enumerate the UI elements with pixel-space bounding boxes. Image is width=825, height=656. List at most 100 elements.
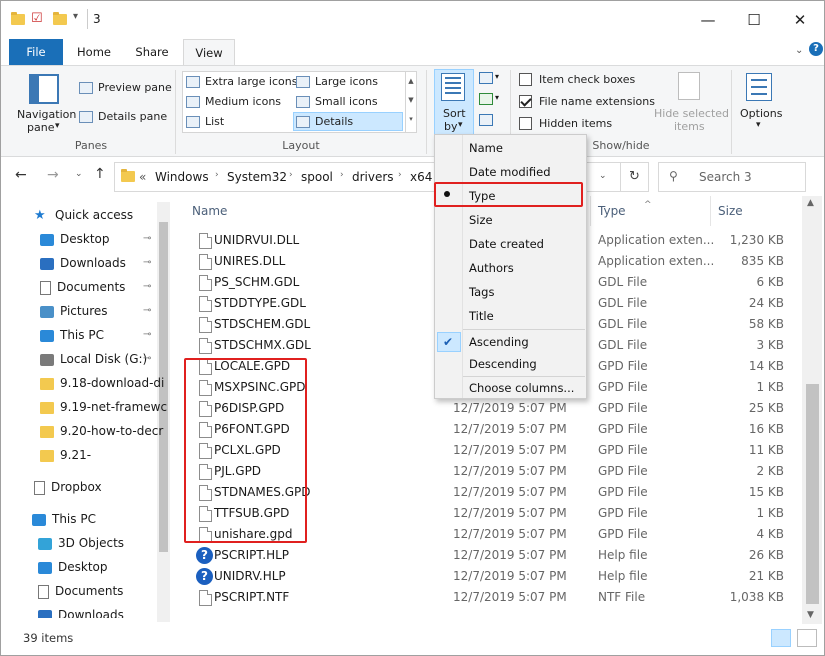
search-box[interactable]: ⚲ Search 3	[658, 162, 806, 192]
up-icon[interactable]: ↑	[94, 166, 106, 182]
medium-icons-option[interactable]: Medium icons	[186, 95, 281, 108]
breadcrumb-drivers[interactable]: drivers	[352, 170, 394, 184]
large-icons-option[interactable]: Large icons	[296, 75, 378, 88]
file-type: GPD File	[598, 422, 648, 436]
pin-icon[interactable]: ⊸	[143, 329, 151, 340]
nav-item-9-20-how-to-decr[interactable]: 9.20-how-to-decr	[40, 420, 163, 442]
nav-item-pictures[interactable]: Pictures	[40, 300, 108, 322]
sort-order-descending[interactable]: Descending	[469, 353, 537, 375]
nav-item-downloads[interactable]: Downloads	[38, 604, 124, 618]
details-pane-button[interactable]: Details pane	[79, 110, 167, 123]
minimize-button[interactable]: —	[685, 1, 731, 39]
maximize-button[interactable]: ☐	[731, 1, 777, 39]
large-icons-view-icon[interactable]	[797, 629, 817, 647]
expand-ribbon-icon[interactable]: ⌄	[795, 45, 803, 56]
file-scroll-thumb[interactable]	[806, 384, 819, 604]
chevron-right-icon[interactable]: ›	[215, 170, 219, 180]
hidden-items-label[interactable]: Hidden items	[539, 117, 612, 130]
pin-icon[interactable]: ⊸	[143, 281, 151, 292]
hide-selected-items-label-2[interactable]: items	[674, 120, 705, 133]
pin-icon[interactable]: ⊸	[143, 233, 151, 244]
choose-columns-option[interactable]: Choose columns...	[469, 377, 574, 399]
scroll-down-icon[interactable]: ▼	[807, 610, 814, 620]
hide-selected-items-button[interactable]: Hide selected	[654, 107, 729, 120]
sort-option-authors[interactable]: Authors	[469, 257, 514, 279]
sort-option-name[interactable]: Name	[469, 137, 503, 159]
help-icon[interactable]: ?	[809, 42, 823, 56]
forward-icon[interactable]: →	[47, 167, 59, 183]
breadcrumb-windows[interactable]: Windows	[155, 170, 209, 184]
breadcrumb-x64[interactable]: x64	[410, 170, 432, 184]
breadcrumb-spool[interactable]: spool	[301, 170, 333, 184]
extra-large-icons-option[interactable]: Extra large icons	[186, 75, 297, 88]
details-option[interactable]: Details	[296, 115, 353, 128]
nav-item-dropbox[interactable]: Dropbox	[34, 476, 102, 498]
list-option[interactable]: List	[186, 115, 224, 128]
sort-option-size[interactable]: Size	[469, 209, 493, 231]
nav-item-desktop[interactable]: Desktop	[40, 228, 110, 250]
address-dropdown-icon[interactable]: ⌄	[599, 171, 607, 181]
breadcrumb-overflow[interactable]: «	[139, 170, 146, 184]
search-input[interactable]: Search 3	[699, 170, 752, 184]
chevron-right-icon[interactable]: ›	[289, 170, 293, 180]
navigation-pane-button[interactable]: Navigation	[17, 108, 76, 121]
nav-item-label: Quick access	[55, 208, 134, 222]
tab-home[interactable]: Home	[67, 39, 121, 65]
nav-item-documents[interactable]: Documents	[38, 580, 123, 602]
nav-item-desktop[interactable]: Desktop	[38, 556, 108, 578]
file-row[interactable]: PSCRIPT.NTF 12/7/2019 5:07 PM NTF File 1,03…	[172, 587, 792, 608]
options-button[interactable]: Options	[740, 107, 782, 120]
nav-item-this-pc[interactable]: This PC	[32, 508, 96, 530]
tab-view[interactable]: View	[183, 39, 235, 66]
sort-option-title[interactable]: Title	[469, 305, 494, 327]
preview-pane-button[interactable]: Preview pane	[79, 81, 172, 94]
small-icons-option[interactable]: Small icons	[296, 95, 378, 108]
sort-order-ascending[interactable]: Ascending	[469, 331, 529, 353]
refresh-icon[interactable]: ↻	[620, 163, 648, 191]
layout-scroll[interactable]: ▲ ▼ ▾	[405, 72, 416, 132]
nav-item-9-21[interactable]: 9.21-	[40, 444, 91, 466]
properties-icon[interactable]: ☑	[31, 11, 43, 26]
scroll-up-icon[interactable]: ▲	[807, 198, 814, 208]
chevron-right-icon[interactable]: ›	[340, 170, 344, 180]
sort-option-date-modified[interactable]: Date modified	[469, 161, 551, 183]
file-name-extensions-label[interactable]: File name extensions	[539, 95, 655, 108]
new-folder-icon[interactable]	[53, 12, 67, 28]
tab-file[interactable]: File	[9, 39, 63, 65]
item-check-boxes-checkbox[interactable]	[519, 73, 532, 86]
chevron-right-icon[interactable]: ›	[398, 170, 402, 180]
hidden-items-checkbox[interactable]	[519, 117, 532, 130]
item-check-boxes-label[interactable]: Item check boxes	[539, 73, 635, 86]
pin-icon[interactable]: ⊸	[143, 353, 151, 364]
details-view-icon[interactable]	[771, 629, 791, 647]
tab-share[interactable]: Share	[125, 39, 179, 65]
size-columns-icon[interactable]	[479, 114, 493, 126]
pin-icon[interactable]: ⊸	[143, 305, 151, 316]
breadcrumb-system32[interactable]: System32	[227, 170, 287, 184]
navigation-pane-label-2[interactable]: pane	[27, 121, 54, 134]
close-button[interactable]: ✕	[777, 1, 823, 39]
nav-item-9-19-net-framewc[interactable]: 9.19-net-framewc	[40, 396, 167, 418]
recent-locations-icon[interactable]: ⌄	[75, 169, 83, 179]
file-name-extensions-checkbox[interactable]	[519, 95, 532, 108]
nav-item-documents[interactable]: Documents	[40, 276, 125, 298]
nav-item-3d-objects[interactable]: 3D Objects	[38, 532, 124, 554]
group-by-icon[interactable]	[479, 72, 493, 84]
nav-item-quick-access[interactable]: ★ Quick access	[34, 204, 133, 226]
file-list-scrollbar[interactable]: ▲ ▼	[802, 196, 822, 624]
sort-option-tags[interactable]: Tags	[469, 281, 494, 303]
file-name: STDDTYPE.GDL	[214, 296, 306, 310]
nav-item-9-18-download-di[interactable]: 9.18-download-di	[40, 372, 164, 394]
chevron-down-icon[interactable]: ▾	[55, 121, 60, 131]
sort-option-date-created[interactable]: Date created	[469, 233, 544, 255]
nav-item-local-disk-g[interactable]: Local Disk (G:)	[40, 348, 147, 370]
nav-item-downloads[interactable]: Downloads	[40, 252, 126, 274]
file-row[interactable]: ? PSCRIPT.HLP 12/7/2019 5:07 PM Help file 26…	[172, 545, 792, 566]
nav-item-this-pc[interactable]: This PC	[40, 324, 104, 346]
customize-toolbar-icon[interactable]: ▾	[73, 11, 78, 22]
navigation-pane-icon	[29, 74, 59, 104]
back-icon[interactable]: ←	[15, 167, 27, 183]
pin-icon[interactable]: ⊸	[143, 257, 151, 268]
file-row[interactable]: ? UNIDRV.HLP 12/7/2019 5:07 PM Help file 21 …	[172, 566, 792, 587]
add-columns-icon[interactable]	[479, 93, 493, 105]
